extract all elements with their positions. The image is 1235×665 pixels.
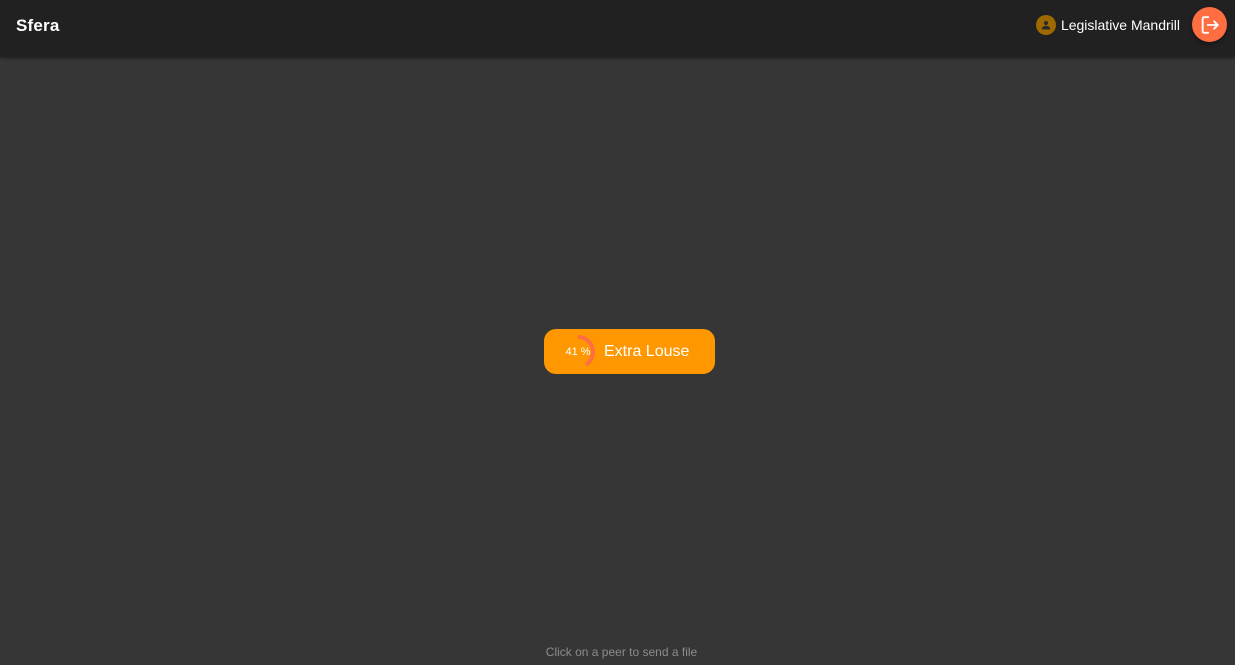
peer-name: Extra Louse	[604, 342, 690, 360]
user-name: Legislative Mandrill	[1060, 17, 1180, 33]
app-title: Sfera	[16, 16, 60, 35]
current-user: Legislative Mandrill	[1035, 14, 1180, 36]
app-root: Sfera Legislative Mandrill 41 % Extra Lo…	[0, 0, 1235, 665]
top-app-bar: Sfera Legislative Mandrill	[0, 0, 1235, 57]
logout-button[interactable]	[1192, 7, 1227, 42]
send-file-hint: Click on a peer to send a file	[545, 645, 698, 659]
transfer-progress: 41 %	[560, 334, 596, 370]
peer-extra-louse[interactable]: 41 % Extra Louse	[544, 329, 715, 374]
progress-label: 41 %	[565, 345, 591, 358]
logout-icon	[1201, 15, 1219, 34]
person-icon	[1035, 15, 1056, 35]
